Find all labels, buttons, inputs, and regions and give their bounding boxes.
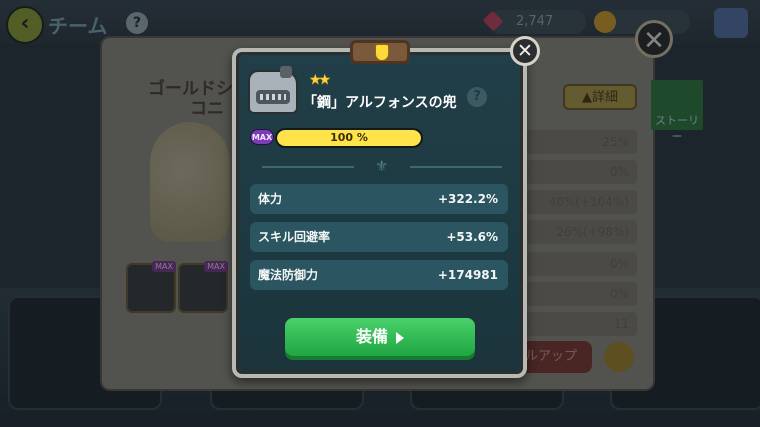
modal-emblem (350, 40, 410, 64)
fleur-icon: ⚜ (375, 157, 389, 175)
stat-value: +322.2% (437, 192, 498, 206)
stat-value: +174981 (437, 268, 498, 282)
max-badge: MAX (250, 129, 274, 145)
stat-row: スキル回避率 +53.6% (250, 222, 508, 252)
progress-label: 100 % (330, 131, 368, 144)
level-progress-bar: 100 % (275, 128, 423, 148)
stat-label: スキル回避率 (258, 230, 331, 244)
item-name: 「鋼」アルフォンスの兜 (303, 95, 457, 111)
helmet-icon (248, 66, 298, 114)
stat-value: +53.6% (446, 230, 498, 244)
shield-icon (375, 44, 389, 61)
rarity-stars: ★★ (309, 72, 331, 88)
stat-label: 体力 (258, 192, 283, 206)
equip-button[interactable]: 装備 (285, 318, 475, 356)
stat-row: 体力 +322.2% (250, 184, 508, 214)
equip-button-label: 装備 (355, 327, 388, 346)
stat-label: 魔法防御力 (258, 268, 319, 282)
play-arrow-icon (396, 331, 404, 344)
stat-row: 魔法防御力 +174981 (250, 260, 508, 290)
ornament-divider: ⚜ (262, 157, 502, 175)
close-button[interactable]: ✕ (510, 36, 540, 66)
help-icon[interactable]: ? (467, 87, 487, 107)
